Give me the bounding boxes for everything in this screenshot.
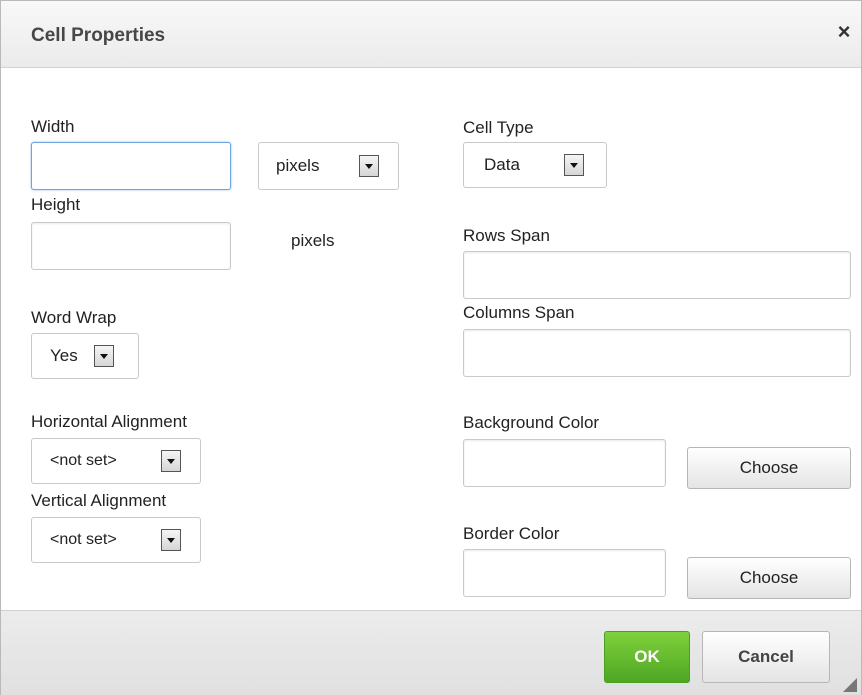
resize-grip-icon[interactable]: [841, 676, 857, 692]
close-icon[interactable]: ×: [833, 21, 855, 43]
halign-label: Horizontal Alignment: [31, 412, 187, 431]
height-label: Height: [31, 195, 81, 214]
valign-value: <not set>: [50, 531, 117, 548]
bordercolor-input[interactable]: [463, 549, 666, 597]
bgcolor-label: Background Color: [463, 413, 600, 432]
colspan-label: Columns Span: [463, 303, 575, 322]
cell-properties-dialog: Cell Properties × Width pixels Height pi…: [0, 0, 862, 695]
rowspan-input[interactable]: [463, 251, 851, 299]
dialog-title: Cell Properties: [31, 25, 166, 46]
celltype-label: Cell Type: [463, 118, 534, 137]
chevron-down-icon[interactable]: [161, 450, 181, 472]
dialog-titlebar[interactable]: Cell Properties ×: [1, 1, 861, 68]
rowspan-label: Rows Span: [463, 226, 550, 245]
width-input[interactable]: [31, 142, 231, 190]
width-label: Width: [31, 117, 75, 136]
chevron-down-icon[interactable]: [94, 345, 114, 367]
width-unit-value: pixels: [276, 156, 320, 175]
halign-select[interactable]: <not set>: [31, 438, 201, 484]
cancel-button[interactable]: Cancel: [702, 631, 830, 683]
wordwrap-value: Yes: [50, 346, 78, 365]
valign-label: Vertical Alignment: [31, 491, 167, 510]
bgcolor-input[interactable]: [463, 439, 666, 487]
bordercolor-choose-button[interactable]: Choose: [687, 557, 851, 599]
wordwrap-label: Word Wrap: [31, 308, 117, 327]
height-unit-text: pixels: [291, 231, 335, 250]
chevron-down-icon[interactable]: [359, 155, 379, 177]
valign-select[interactable]: <not set>: [31, 517, 201, 563]
colspan-input[interactable]: [463, 329, 851, 377]
ok-button[interactable]: OK: [604, 631, 690, 683]
height-input[interactable]: [31, 222, 231, 270]
chevron-down-icon[interactable]: [161, 529, 181, 551]
bordercolor-label: Border Color: [463, 524, 560, 543]
halign-value: <not set>: [50, 452, 117, 469]
bgcolor-choose-button[interactable]: Choose: [687, 447, 851, 489]
celltype-select[interactable]: Data: [463, 142, 607, 188]
width-unit-select[interactable]: pixels: [258, 142, 399, 190]
celltype-value: Data: [484, 155, 520, 174]
wordwrap-select[interactable]: Yes: [31, 333, 139, 379]
chevron-down-icon[interactable]: [564, 154, 584, 176]
